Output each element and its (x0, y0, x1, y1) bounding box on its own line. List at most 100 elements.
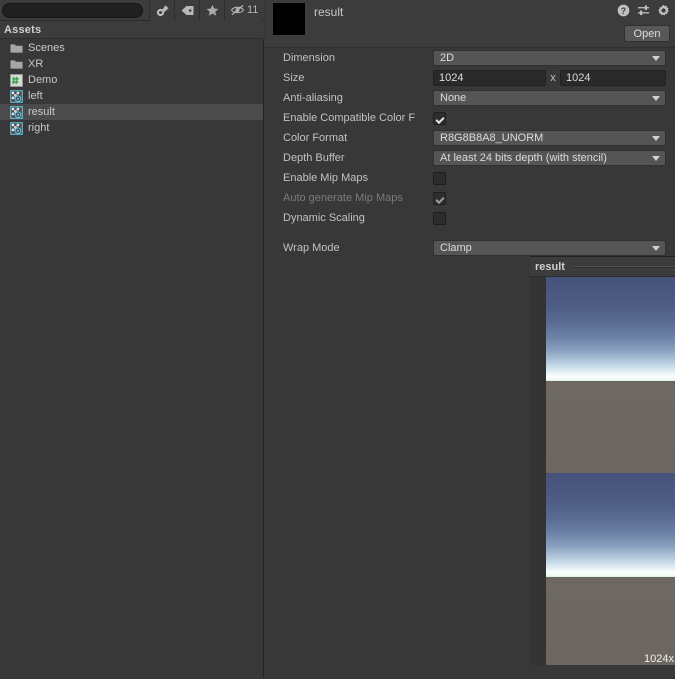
preview-info-details: 1024x1024 R8G8B8A8_UNorm 8.0 MB (644, 653, 675, 665)
render-texture-icon (10, 89, 23, 103)
preview-title: result (535, 260, 565, 273)
property-row-dimension: Dimension 2D (265, 48, 675, 68)
gear-settings-icon[interactable] (657, 4, 670, 17)
tree-item-demo[interactable]: Demo (0, 72, 263, 88)
inspector-header: result ? Open (265, 0, 675, 48)
render-texture-icon (10, 105, 23, 119)
property-field (433, 171, 666, 185)
property-field: Clamp (433, 240, 666, 256)
size-width-input[interactable]: 1024 (433, 70, 546, 86)
tree-item-scenes[interactable]: Scenes (0, 40, 263, 56)
size-field-group: 1024 x 1024 (433, 70, 666, 86)
property-label: Auto generate Mip Maps (283, 192, 403, 204)
ground-plane (546, 381, 675, 473)
csharp-script-icon (10, 73, 23, 87)
open-button[interactable]: Open (624, 25, 670, 42)
property-label: Enable Compatible Color F (283, 112, 416, 124)
property-field: 2D (433, 50, 666, 66)
help-question-icon[interactable]: ? (617, 4, 630, 17)
property-label: Dynamic Scaling (283, 212, 365, 224)
chevron-down-icon (652, 136, 660, 141)
filter-by-label-button[interactable] (174, 0, 199, 21)
dropdown-value: R8G8B8A8_UNORM (440, 132, 544, 144)
property-label: Depth Buffer (283, 152, 345, 164)
property-field: At least 24 bits depth (with stencil) (433, 150, 666, 166)
preview-divider (572, 265, 675, 268)
preview-panel: result RGB R G B A (530, 256, 675, 679)
property-row-color-format: Color Format R8G8B8A8_UNORM (265, 128, 675, 148)
search-field-wrap (0, 0, 149, 21)
preview-canvas[interactable]: result 1024x1024 R8G8B8A8_UNorm 8.0 MB (530, 277, 675, 679)
chevron-down-icon (652, 246, 660, 251)
inspector-properties: Dimension 2D Size 1024 x 1024 Anti-alias… (265, 48, 675, 258)
preview-toolbar: result RGB R G B A (530, 257, 675, 277)
render-texture-preview-image: result 1024x1024 R8G8B8A8_UNorm 8.0 MB (546, 277, 675, 669)
property-label: Wrap Mode (283, 242, 340, 254)
tree-item-result[interactable]: result (0, 104, 263, 120)
auto-generate-mip-maps-checkbox (433, 191, 446, 205)
property-label: Color Format (283, 132, 348, 144)
filter-favorites-button[interactable] (199, 0, 224, 21)
property-row-wrap-mode: Wrap Mode Clamp (265, 238, 675, 258)
dropdown-value: Clamp (440, 242, 472, 254)
unity-editor-window: 11 Assets Scenes XR Demo left result rig… (0, 0, 675, 679)
assets-header: Assets (0, 21, 264, 39)
depth-buffer-dropdown[interactable]: At least 24 bits depth (with stencil) (433, 150, 666, 166)
tree-item-left[interactable]: left (0, 88, 263, 104)
tree-item-xr[interactable]: XR (0, 56, 263, 72)
preset-sliders-icon[interactable] (637, 4, 650, 17)
sky-gradient (546, 473, 675, 577)
tree-item-label: left (28, 90, 43, 102)
search-input[interactable] (2, 2, 143, 18)
property-label: Size (283, 72, 305, 84)
hidden-items-indicator[interactable]: 11 (224, 0, 263, 21)
inspector-panel: result ? Open Dimension 2D Size 1024 x 1… (265, 0, 675, 679)
tree-item-right[interactable]: right (0, 120, 263, 136)
size-height-input[interactable]: 1024 (560, 70, 666, 86)
inspector-title: result (314, 5, 344, 19)
label-tag-icon (181, 5, 193, 15)
property-row-depth-buffer: Depth Buffer At least 24 bits depth (wit… (265, 148, 675, 168)
filter-by-type-button[interactable] (149, 0, 174, 21)
dynamic-scaling-checkbox[interactable] (433, 211, 446, 225)
color-format-dropdown[interactable]: R8G8B8A8_UNORM (433, 130, 666, 146)
stereo-eye-left-view (546, 277, 675, 473)
property-field: R8G8B8A8_UNORM (433, 130, 666, 146)
property-field (433, 211, 666, 225)
svg-text:?: ? (621, 6, 626, 16)
property-row-auto-generate-mip-maps: Auto generate Mip Maps (265, 188, 675, 208)
property-label: Anti-aliasing (283, 92, 343, 104)
wrap-mode-dropdown[interactable]: Clamp (433, 240, 666, 256)
size-separator: x (550, 72, 556, 84)
chevron-down-icon (652, 56, 660, 61)
property-row-anti-aliasing: Anti-aliasing None (265, 88, 675, 108)
asset-tree: Scenes XR Demo left result right (0, 40, 263, 678)
hidden-items-count: 11 (247, 3, 259, 16)
asset-thumbnail (273, 3, 305, 35)
sky-gradient (546, 277, 675, 381)
anti-aliasing-dropdown[interactable]: None (433, 90, 666, 106)
dimension-dropdown[interactable]: 2D (433, 50, 666, 66)
tree-item-label: right (28, 122, 50, 134)
preview-bottom-bar (530, 665, 675, 678)
project-toolbar: 11 (0, 0, 264, 21)
property-label: Enable Mip Maps (283, 172, 368, 184)
filter-by-type-icon (156, 4, 169, 16)
project-panel: 11 Assets Scenes XR Demo left result rig… (0, 0, 264, 678)
property-field: None (433, 90, 666, 106)
chevron-down-icon (652, 156, 660, 161)
dropdown-value: 2D (440, 52, 455, 64)
property-field (433, 111, 666, 125)
property-row-dynamic-scaling: Dynamic Scaling (265, 208, 675, 228)
tree-item-label: XR (28, 58, 44, 70)
tree-item-label: Scenes (28, 42, 65, 54)
enable-compatible-color-format-checkbox[interactable] (433, 111, 446, 125)
tree-item-label: result (28, 106, 55, 118)
property-row-size: Size 1024 x 1024 (265, 68, 675, 88)
dropdown-value: At least 24 bits depth (with stencil) (440, 152, 607, 164)
star-favorite-icon (206, 4, 218, 16)
tree-item-label: Demo (28, 74, 58, 86)
hidden-items-eye-icon (230, 4, 245, 16)
folder-icon (10, 58, 23, 71)
enable-mip-maps-checkbox[interactable] (433, 171, 446, 185)
